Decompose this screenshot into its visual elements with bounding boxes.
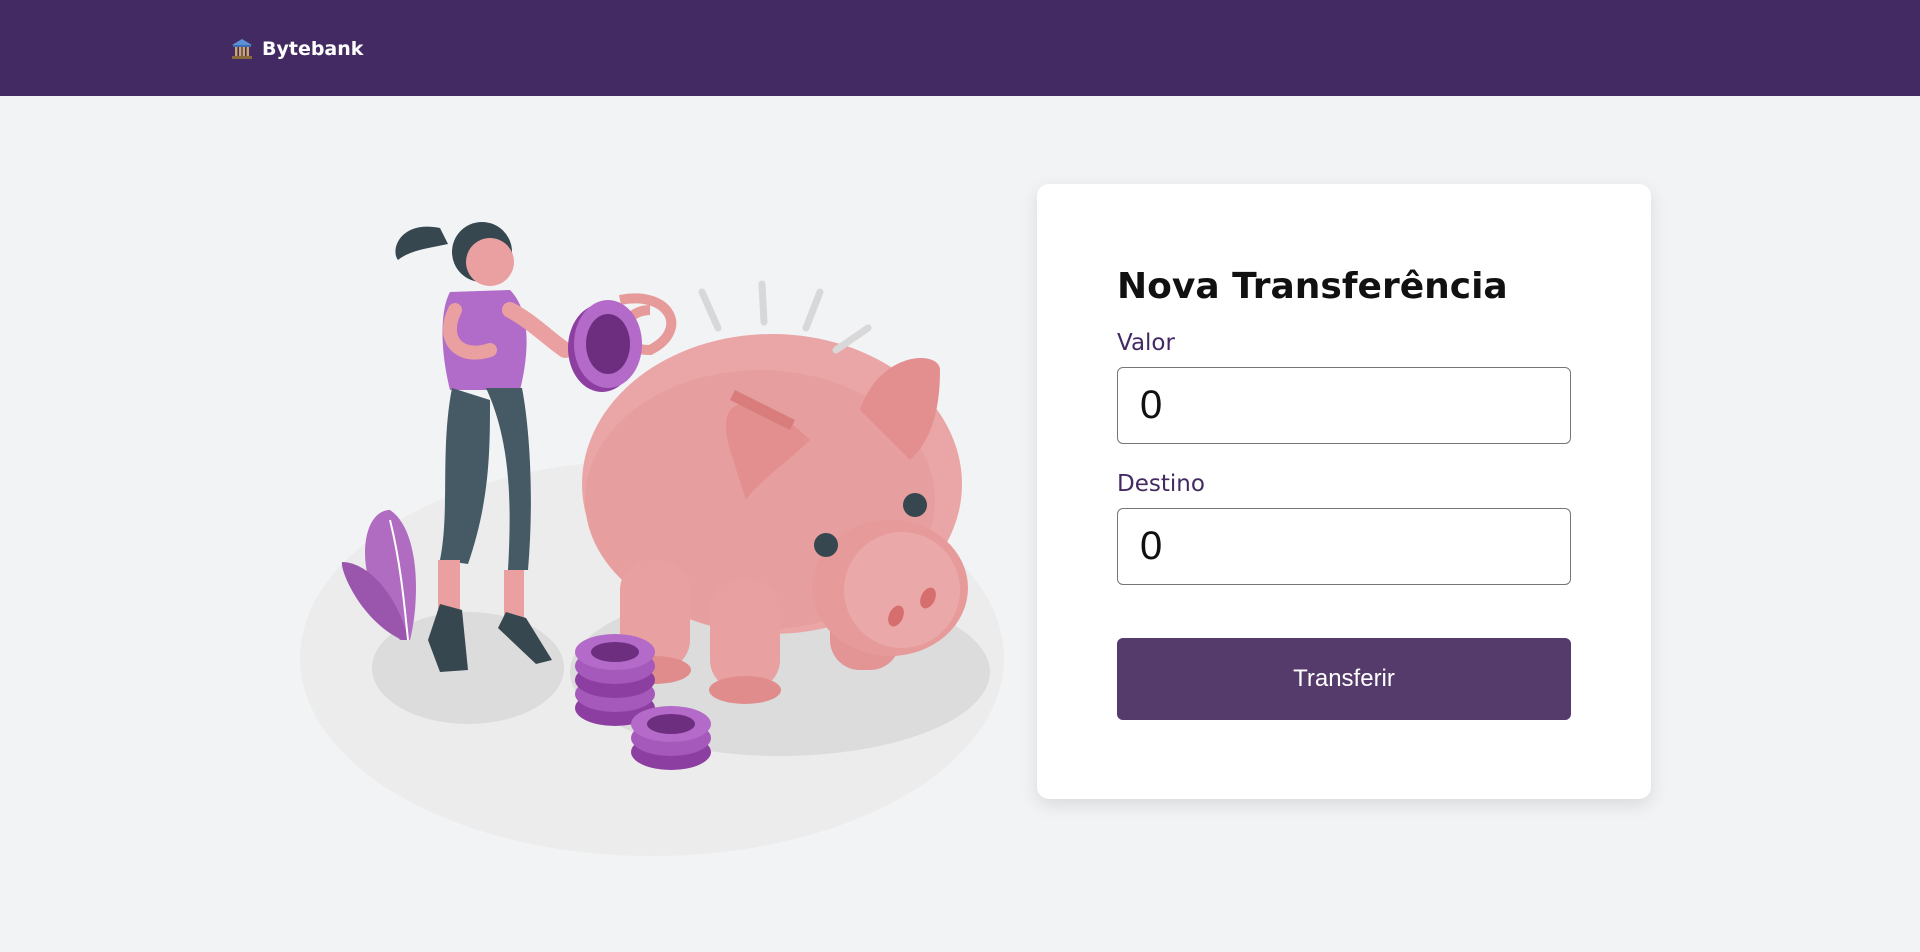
- bank-building-icon: [232, 39, 252, 59]
- brand-link[interactable]: Bytebank: [230, 36, 363, 62]
- top-navbar: Bytebank: [0, 0, 1920, 96]
- destino-label: Destino: [1117, 471, 1205, 497]
- form-title: Nova Transferência: [1117, 266, 1508, 307]
- transfer-button[interactable]: Transferir: [1117, 638, 1571, 720]
- transfer-form-card: Nova Transferência Valor Destino Transfe…: [1037, 184, 1651, 799]
- piggy-bank-illustration: [290, 200, 1010, 860]
- destino-input[interactable]: [1117, 508, 1571, 585]
- valor-label: Valor: [1117, 330, 1175, 356]
- valor-input[interactable]: [1117, 367, 1571, 444]
- illustration-graphic: [300, 222, 1004, 856]
- brand-name: Bytebank: [262, 38, 364, 60]
